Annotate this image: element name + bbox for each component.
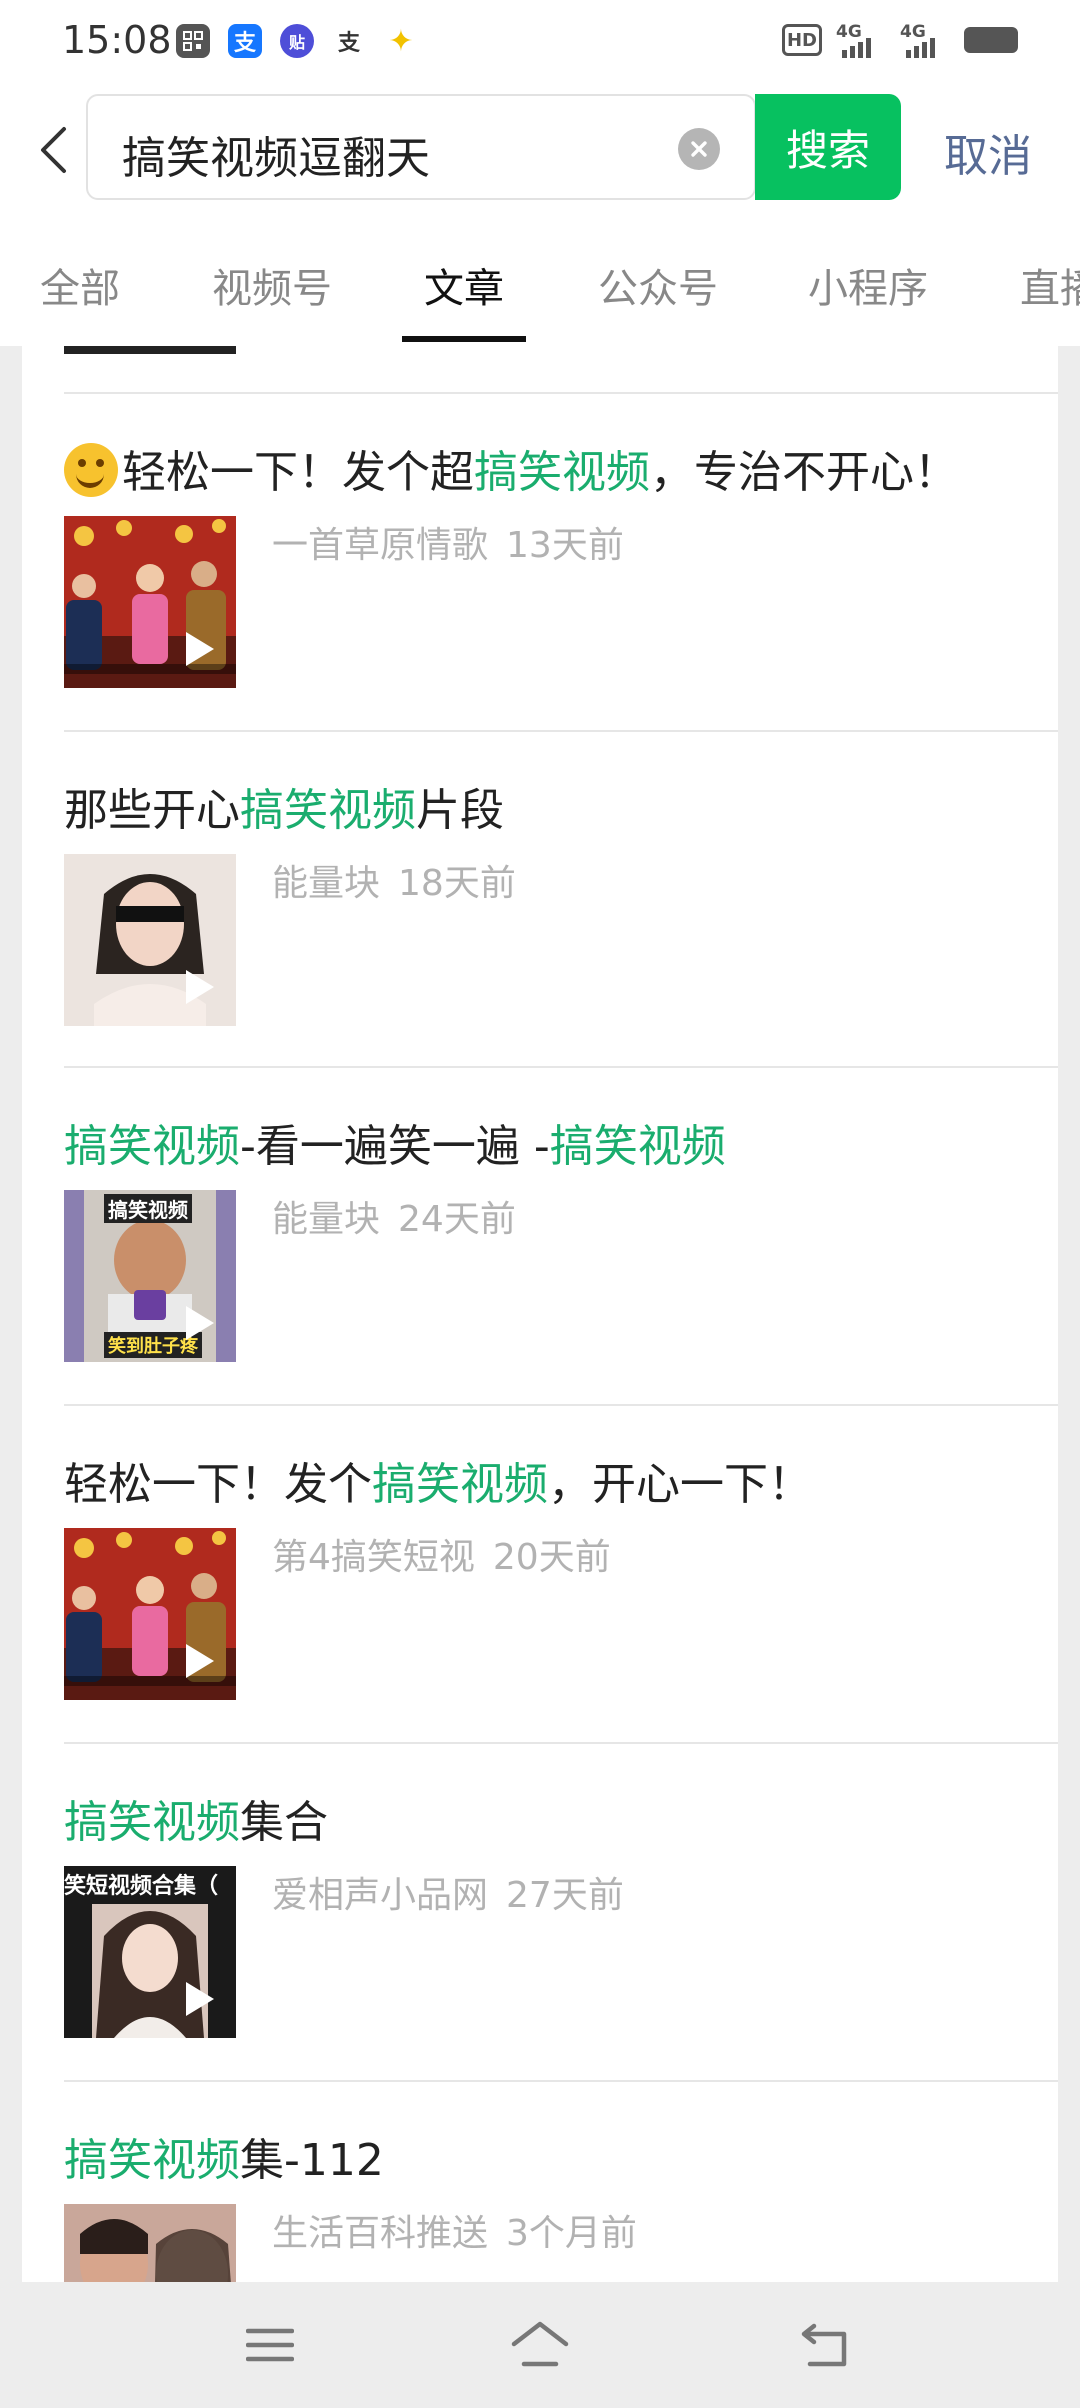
clear-icon [691,141,707,157]
video-thumbnail[interactable] [64,1528,236,1700]
article-meta: 生活百科推送 3个月前 [272,2204,637,2256]
cancel-button[interactable]: 取消 [944,120,1032,184]
thumbnail-caption-top: 笑短视频合集（ [64,1874,219,1899]
article-title[interactable]: 那些开心搞笑视频片段 [64,774,504,838]
signal-sim2-icon: 4G [900,22,950,58]
clear-button[interactable] [678,128,720,170]
article-title[interactable]: 搞笑视频集-112 [64,2124,384,2188]
alipay-icon: 支 [228,24,262,58]
tab-mini-programs[interactable]: 小程序 [808,256,928,314]
article-time: 20天前 [492,1537,611,1578]
menu-button[interactable] [234,2312,306,2378]
article-meta: 第4搞笑短视 20天前 [272,1528,611,1580]
tab-articles[interactable]: 文章 [424,256,504,314]
home-icon [511,2321,569,2367]
status-right: HD 4G 4G [782,22,1018,58]
play-icon [186,1306,214,1340]
home-button[interactable] [504,2312,576,2378]
article-title[interactable]: 搞笑视频集合 [64,1786,328,1850]
video-thumbnail-couple [64,2204,236,2282]
tieba-icon: 贴 [280,24,314,58]
article-meta: 一首草原情歌 13天前 [272,516,624,568]
battery-icon [964,27,1018,53]
tab-video-channel[interactable]: 视频号 [212,256,332,314]
hd-icon: HD [782,24,822,56]
search-button[interactable]: 搜索 [755,94,901,200]
article-meta: 能量块 18天前 [272,854,516,906]
video-thumbnail[interactable] [64,2204,236,2282]
article-item[interactable]: 搞笑视频集合 笑短视频合集（ 爱相声小品网 27天前 [22,1744,1058,2080]
tab-official-accounts[interactable]: 公众号 [598,256,718,314]
article-source[interactable]: 爱相声小品网 [272,1875,488,1916]
chevron-left-icon [41,127,66,173]
app-icon-qr [176,24,210,58]
article-title[interactable]: 搞笑视频-看一遍笑一遍 -搞笑视频 [64,1110,726,1174]
article-item[interactable]: 那些开心搞笑视频片段 能量块 18天前 [22,732,1058,1068]
play-icon [186,970,214,1004]
play-icon [186,1644,214,1678]
hugging-face-emoji-icon [64,443,118,497]
article-time: 24天前 [398,1199,516,1240]
article-source[interactable]: 能量块 [272,1199,380,1240]
video-thumbnail[interactable]: 笑短视频合集（ [64,1866,236,2038]
article-time: 18天前 [398,863,516,904]
article-title[interactable]: 轻松一下！发个超搞笑视频，专治不开心！ [64,436,958,500]
menu-icon [246,2328,294,2362]
article-item[interactable]: 轻松一下！发个搞笑视频，开心一下！ 第4搞笑短视 20天前 [22,1406,1058,1742]
rabbit-icon: ✦ [384,24,418,59]
play-icon [186,1982,214,2016]
status-time: 15:08 [62,18,172,62]
back-icon [801,2323,847,2367]
tab-live[interactable]: 直播 [1020,256,1080,314]
article-source[interactable]: 一首草原情歌 [272,525,488,566]
search-query-text[interactable]: 搞笑视频逗翻天 [122,122,430,186]
back-nav-button[interactable] [790,2312,862,2378]
tab-all[interactable]: 全部 [40,256,120,314]
search-input[interactable]: 搞笑视频逗翻天 [86,94,756,200]
play-icon [186,632,214,666]
thumbnail-caption-top: 搞笑视频 [104,1194,192,1223]
article-source[interactable]: 第4搞笑短视 [272,1537,475,1578]
article-title[interactable]: 轻松一下！发个搞笑视频，开心一下！ [64,1448,812,1512]
article-item[interactable]: 轻松一下！发个超搞笑视频，专治不开心！ 一首草原情歌 13天前 [22,394,1058,730]
active-tab-indicator [402,336,526,342]
article-results: 轻松一下！发个超搞笑视频，专治不开心！ 一首草原情歌 13天前 那些开心搞笑视频片… [22,346,1058,2282]
previous-item-thumbnail[interactable] [64,346,236,354]
article-time: 27天前 [506,1875,624,1916]
category-tabs: 全部 视频号 文章 公众号 小程序 直播 [0,216,1080,346]
system-navigation-bar [0,2282,1080,2408]
article-time: 13天前 [506,525,624,566]
article-time: 3个月前 [506,2213,637,2254]
alipay-outline-icon: 支 [332,24,366,58]
signal-sim1-icon: 4G [836,22,886,58]
back-button[interactable] [28,118,78,182]
article-item[interactable]: 搞笑视频集-112 生活百科推送 3个月前 [22,2082,1058,2282]
article-meta: 爱相声小品网 27天前 [272,1866,624,1918]
status-bar: 15:08 支 贴 支 ✦ HD 4G 4G [0,0,1080,86]
status-app-icons: 支 贴 支 ✦ [176,24,418,59]
video-thumbnail[interactable] [64,854,236,1026]
article-item[interactable]: 搞笑视频-看一遍笑一遍 -搞笑视频 搞笑视频 笑到肚子疼 能量块 24天前 [22,1068,1058,1404]
search-header: 搞笑视频逗翻天 搜索 取消 [0,86,1080,216]
article-source[interactable]: 生活百科推送 [272,2213,488,2254]
video-thumbnail[interactable]: 搞笑视频 笑到肚子疼 [64,1190,236,1362]
video-thumbnail[interactable] [64,516,236,688]
article-meta: 能量块 24天前 [272,1190,516,1242]
article-source[interactable]: 能量块 [272,863,380,904]
